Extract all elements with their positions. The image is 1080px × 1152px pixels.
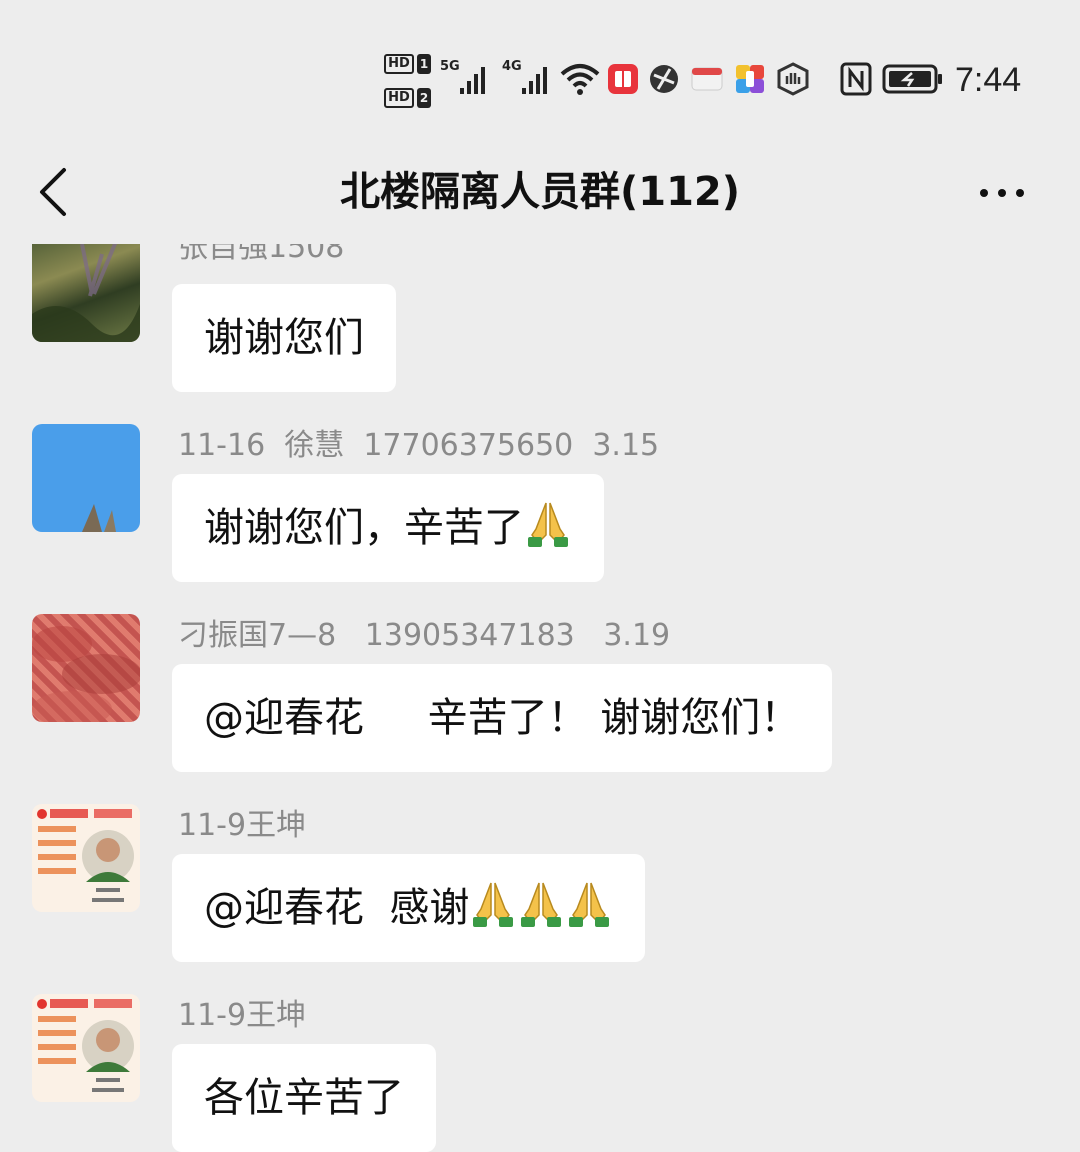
praying-hands-icon <box>521 882 562 927</box>
message-text: 各位辛苦了 <box>204 1075 404 1121</box>
chat-title-bar: 北楼隔离人员群(112) <box>0 140 1080 244</box>
app-notification-icon <box>608 64 638 94</box>
praying-hands-icon <box>528 502 568 547</box>
message-bubble[interactable]: @迎春花 辛苦了！ 谢谢您们！ <box>172 664 833 772</box>
status-bar: HD 1 HD 2 5G 4G 7:44 <box>0 0 1080 140</box>
emoji-group <box>469 882 613 931</box>
chat-message: 11-16 徐慧 17706375650 3.15 谢谢您们，辛苦了 <box>0 424 1080 584</box>
app-notification-icon <box>648 63 680 95</box>
app-notification-icon <box>690 64 724 94</box>
hd-voice-2-indicator: HD 2 <box>384 88 432 110</box>
message-bubble[interactable]: 谢谢您们，辛苦了 <box>172 474 604 582</box>
sender-name: 刁振国7—8 13905347183 3.19 <box>178 618 671 653</box>
sim-number: 1 <box>417 54 431 74</box>
sender-name: 11-16 徐慧 17706375650 3.15 <box>178 428 660 463</box>
avatar[interactable] <box>32 614 140 722</box>
praying-hands-icon <box>473 882 514 927</box>
hd-label: HD <box>384 54 414 74</box>
battery-charging-icon <box>882 64 944 94</box>
sender-name: 张自强1508 <box>178 244 345 265</box>
app-notification-icon <box>776 62 810 96</box>
sender-name: 11-9王坤 <box>178 998 307 1033</box>
message-bubble[interactable]: 各位辛苦了 <box>172 1044 436 1152</box>
avatar[interactable] <box>32 424 140 532</box>
hd-label: HD <box>384 88 414 108</box>
more-horizontal-icon <box>980 189 1024 197</box>
avatar[interactable] <box>32 804 140 912</box>
chat-title: 北楼隔离人员群(112) <box>339 169 741 215</box>
clock-time: 7:44 <box>955 61 1022 99</box>
emoji-group <box>524 502 572 551</box>
chat-message: 张自强1508 谢谢您们 <box>0 244 1080 394</box>
wifi-icon <box>560 62 600 96</box>
chat-message: 11-9王坤 各位辛苦了 <box>0 994 1080 1152</box>
signal-4g-icon: 4G <box>502 60 554 96</box>
message-text: @迎春花 辛苦了！ 谢谢您们！ <box>204 695 801 741</box>
message-text: 谢谢您们，辛苦了 <box>204 505 524 551</box>
chat-message: 刁振国7—8 13905347183 3.19 @迎春花 辛苦了！ 谢谢您们！ <box>0 614 1080 774</box>
app-notification-icon <box>734 63 766 95</box>
avatar[interactable] <box>32 994 140 1102</box>
chat-message: 11-9王坤 @迎春花 感谢 <box>0 804 1080 964</box>
message-text: 谢谢您们 <box>204 315 364 361</box>
message-bubble[interactable]: 谢谢您们 <box>172 284 396 392</box>
message-text: @迎春花 感谢 <box>204 885 470 931</box>
avatar[interactable] <box>32 244 140 342</box>
signal-5g-icon: 5G <box>440 60 492 96</box>
praying-hands-icon <box>569 882 610 927</box>
hd-voice-1-indicator: HD 1 <box>384 54 432 76</box>
sender-name: 11-9王坤 <box>178 808 307 843</box>
more-button[interactable] <box>970 178 1034 208</box>
sim-number: 2 <box>417 88 431 108</box>
nfc-icon <box>840 62 872 96</box>
message-bubble[interactable]: @迎春花 感谢 <box>172 854 646 962</box>
chat-message-list[interactable]: 张自强1508 谢谢您们 11-16 徐慧 17706375650 3.15 谢… <box>0 244 1080 1152</box>
